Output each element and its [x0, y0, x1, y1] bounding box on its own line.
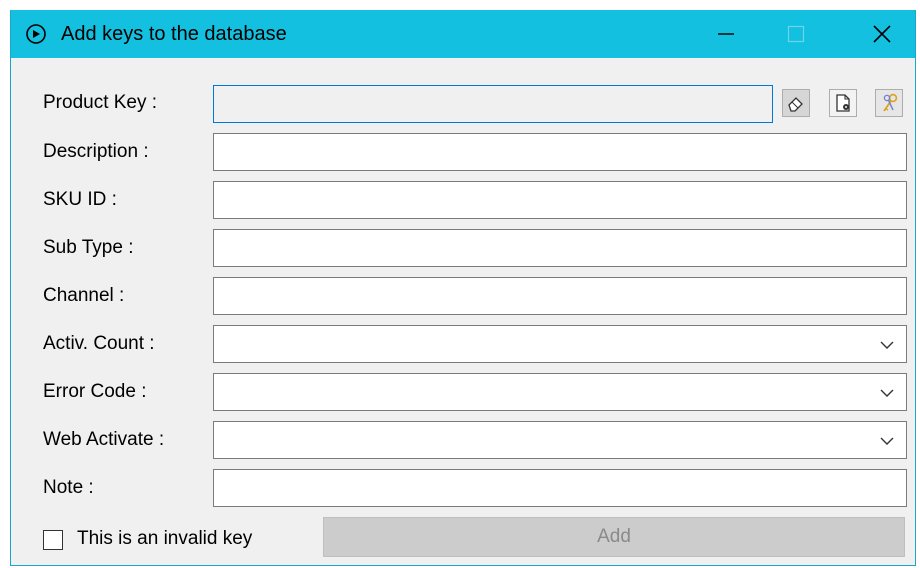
keys-icon [883, 93, 898, 112]
add-key-form: Product Key : Description: SKU ID: Sub… [11, 58, 915, 566]
window-title: Add keys to the database [61, 23, 287, 45]
minimize-button[interactable] [691, 10, 761, 58]
activation-count-label: Activ. Count : [43, 333, 155, 354]
maximize-button [761, 10, 831, 58]
note-input[interactable] [213, 469, 907, 507]
sub-type-input[interactable] [213, 229, 907, 267]
add-keys-window: Add keys to the database Product Key : D… [10, 10, 916, 566]
invalid-key-checkbox[interactable] [43, 530, 63, 550]
activation-count-select[interactable] [213, 325, 907, 363]
chevron-down-icon [880, 341, 894, 349]
note-label: Note : [43, 477, 94, 498]
chevron-down-icon [880, 389, 894, 397]
sku-id-input[interactable] [213, 181, 907, 219]
error-code-label: Error Code : [43, 381, 147, 402]
file-load-icon [836, 94, 850, 112]
description-label: Description : [43, 141, 149, 162]
title-bar[interactable]: Add keys to the database [11, 10, 915, 58]
get-keys-button[interactable] [875, 89, 903, 117]
channel-label: Channel : [43, 285, 125, 306]
load-key-file-button[interactable] [829, 89, 857, 117]
sub-type-label: Sub Type : [43, 237, 134, 258]
add-circle-icon [25, 23, 47, 45]
sku-id-label: SKU ID : [43, 189, 117, 210]
minimize-icon [718, 33, 734, 35]
channel-input[interactable] [213, 277, 907, 315]
add-button[interactable]: Add [323, 517, 905, 557]
web-activate-select[interactable] [213, 421, 907, 459]
description-input[interactable] [213, 133, 907, 171]
product-key-input[interactable] [213, 85, 773, 123]
web-activate-label: Web Activate : [43, 429, 165, 450]
chevron-down-icon [880, 437, 894, 445]
close-button[interactable] [847, 10, 917, 58]
error-code-select[interactable] [213, 373, 907, 411]
eraser-icon [788, 97, 803, 112]
clear-key-button[interactable] [782, 89, 810, 117]
maximize-icon [787, 25, 805, 43]
invalid-key-label[interactable]: This is an invalid key [77, 527, 252, 551]
product-key-label: Product Key : [43, 92, 158, 113]
close-icon [873, 25, 891, 43]
